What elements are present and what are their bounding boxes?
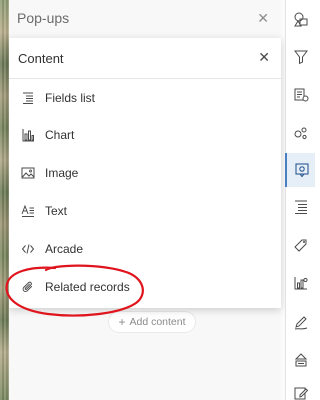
add-content-button[interactable]: + Add content <box>109 312 195 332</box>
menu-item-fields-list[interactable]: Fields list <box>9 81 281 115</box>
close-icon[interactable]: ✕ <box>257 11 269 25</box>
toolbar-button-styles[interactable] <box>286 2 315 36</box>
toolbar-button-sketch[interactable] <box>286 305 315 339</box>
toolbar-button-edit[interactable] <box>286 376 315 400</box>
menu-item-label: Fields list <box>45 91 96 105</box>
edit-icon <box>294 387 309 400</box>
menu-item-arcade[interactable]: Arcade <box>9 232 281 266</box>
toolbar-button-charts[interactable] <box>286 266 315 300</box>
fields-icon <box>295 200 307 214</box>
menu-item-label: Arcade <box>45 242 84 256</box>
menu-item-label: Image <box>45 166 79 180</box>
text-icon <box>20 203 36 219</box>
forms-icon <box>294 353 308 367</box>
content-popover: Content ✕ Fields list Chart Image Text A… <box>9 38 281 308</box>
paperclip-icon <box>20 279 36 295</box>
toolbar-button-filter[interactable] <box>286 40 315 74</box>
charts-icon <box>294 277 308 290</box>
menu-item-label: Related records <box>45 280 130 294</box>
sketch-icon <box>294 316 308 330</box>
toolbar-button-forms[interactable] <box>286 343 315 377</box>
tool-strip <box>285 0 315 400</box>
menu-item-text[interactable]: Text <box>9 194 281 228</box>
plus-icon: + <box>118 315 126 329</box>
labels-icon <box>294 239 307 252</box>
clustering-icon <box>294 127 307 140</box>
effects-icon <box>294 88 309 102</box>
layers-style-icon <box>294 12 308 27</box>
fields-list-icon <box>20 90 36 106</box>
toolbar-button-effects[interactable] <box>286 78 315 112</box>
map-viewer: Pop-ups ✕ + Add content Content ✕ Fields… <box>0 0 315 400</box>
menu-item-label: Chart <box>45 128 75 142</box>
toolbar-button-popups[interactable] <box>285 153 315 187</box>
close-icon[interactable]: ✕ <box>258 50 270 64</box>
menu-item-image[interactable]: Image <box>9 156 281 190</box>
map-canvas[interactable] <box>0 0 9 400</box>
toolbar-button-clustering[interactable] <box>286 116 315 150</box>
toolbar-button-fields[interactable] <box>286 190 315 224</box>
menu-item-chart[interactable]: Chart <box>9 118 281 152</box>
add-content-label: Add content <box>129 316 186 328</box>
toolbar-button-labels[interactable] <box>286 228 315 262</box>
popover-header: Content ✕ <box>9 38 281 79</box>
chart-icon <box>20 127 36 143</box>
panel-title: Pop-ups <box>17 10 70 26</box>
menu-item-label: Text <box>45 204 68 218</box>
filter-icon <box>294 50 308 65</box>
popup-config-icon <box>295 163 309 178</box>
menu-item-related-records[interactable]: Related records <box>9 270 281 304</box>
image-icon <box>20 165 36 181</box>
popups-header: Pop-ups ✕ <box>9 0 281 38</box>
code-icon <box>20 241 36 257</box>
popover-title: Content <box>18 51 64 66</box>
